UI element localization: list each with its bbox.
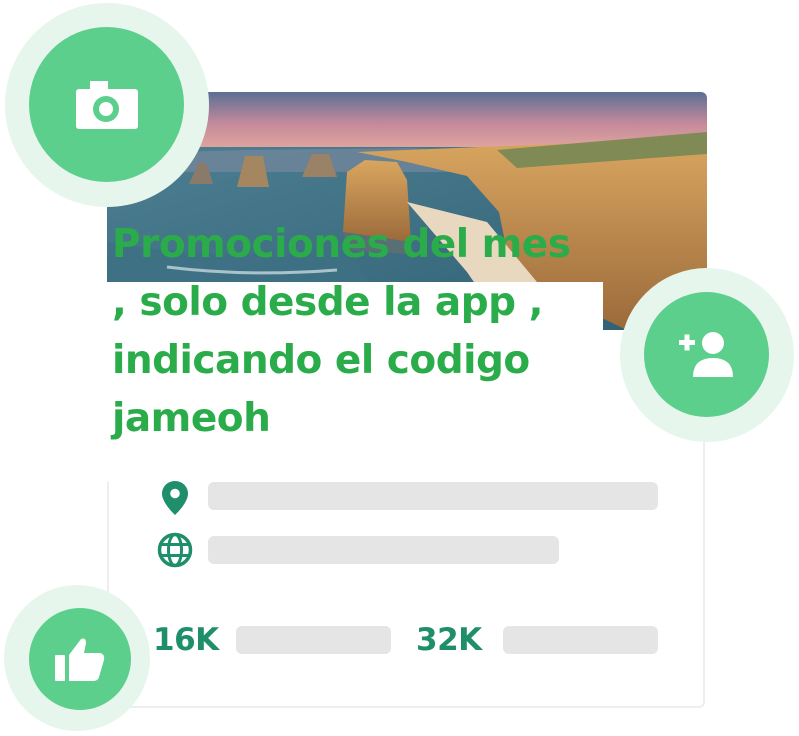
promo-text: Promociones del mes , solo desde la app … (112, 222, 571, 441)
location-pin-icon (162, 481, 188, 515)
followers-count: 16K (153, 622, 219, 658)
following-placeholder-bar (503, 626, 658, 654)
like-button[interactable] (29, 608, 131, 710)
camera-icon (75, 80, 138, 129)
following-count: 32K (416, 622, 482, 658)
website-placeholder-bar (208, 536, 559, 564)
globe-icon (157, 532, 193, 568)
followers-placeholder-bar (236, 626, 391, 654)
add-user-icon (678, 331, 733, 377)
add-user-button[interactable] (644, 292, 769, 417)
camera-button[interactable] (29, 27, 184, 182)
location-placeholder-bar (208, 482, 658, 510)
thumbs-up-icon (55, 638, 105, 681)
